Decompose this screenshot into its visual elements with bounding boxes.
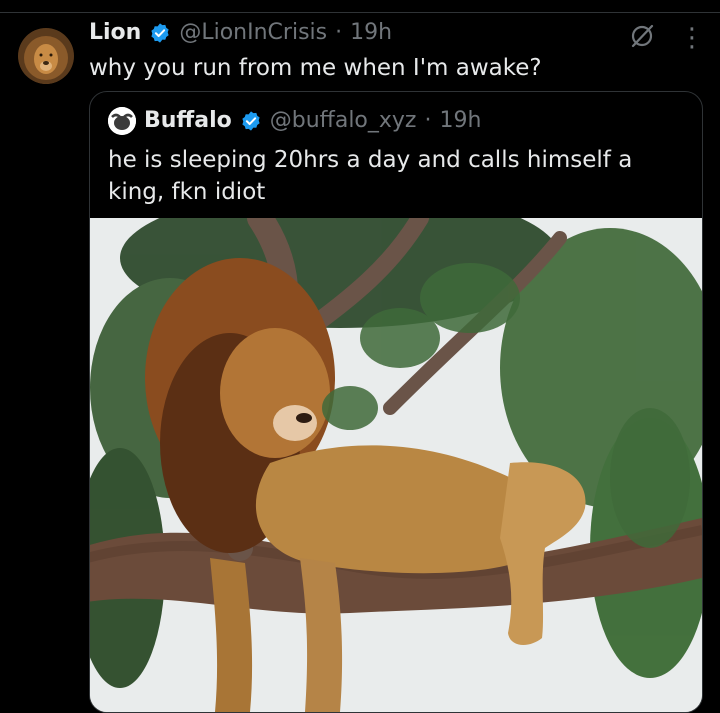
quoted-tweet-card[interactable]: Buffalo @buffalo_xyz · 19h he is sleepin… xyxy=(89,91,703,713)
author-handle[interactable]: @LionInCrisis xyxy=(179,18,327,48)
separator-dot: · xyxy=(335,20,343,45)
author-avatar[interactable] xyxy=(18,28,74,84)
buffalo-avatar-image xyxy=(108,107,136,135)
quoted-author-avatar[interactable] xyxy=(108,107,136,135)
quoted-author-handle[interactable]: @buffalo_xyz xyxy=(270,106,417,136)
author-name[interactable]: Lion xyxy=(89,18,141,48)
tweet-header: Lion @LionInCrisis · 19h xyxy=(89,18,392,48)
quoted-tweet-time[interactable]: 19h xyxy=(439,106,481,136)
tweet-time[interactable]: 19h xyxy=(350,18,392,48)
grok-icon[interactable] xyxy=(628,22,656,50)
verified-badge-icon xyxy=(151,23,169,43)
lion-avatar-image xyxy=(18,28,74,84)
quoted-author-name[interactable]: Buffalo xyxy=(144,106,232,136)
top-divider xyxy=(0,12,720,13)
tweet-text: why you run from me when I'm awake? xyxy=(89,55,542,81)
lion-on-branch-image xyxy=(90,218,702,712)
quoted-tweet-image[interactable] xyxy=(90,218,702,712)
separator-dot: · xyxy=(424,108,432,133)
verified-badge-icon xyxy=(242,111,260,131)
quoted-tweet-header: Buffalo @buffalo_xyz · 19h xyxy=(108,106,481,136)
quoted-tweet-text: he is sleeping 20hrs a day and calls him… xyxy=(108,147,633,205)
more-options-icon[interactable]: ⋮ xyxy=(679,25,705,51)
